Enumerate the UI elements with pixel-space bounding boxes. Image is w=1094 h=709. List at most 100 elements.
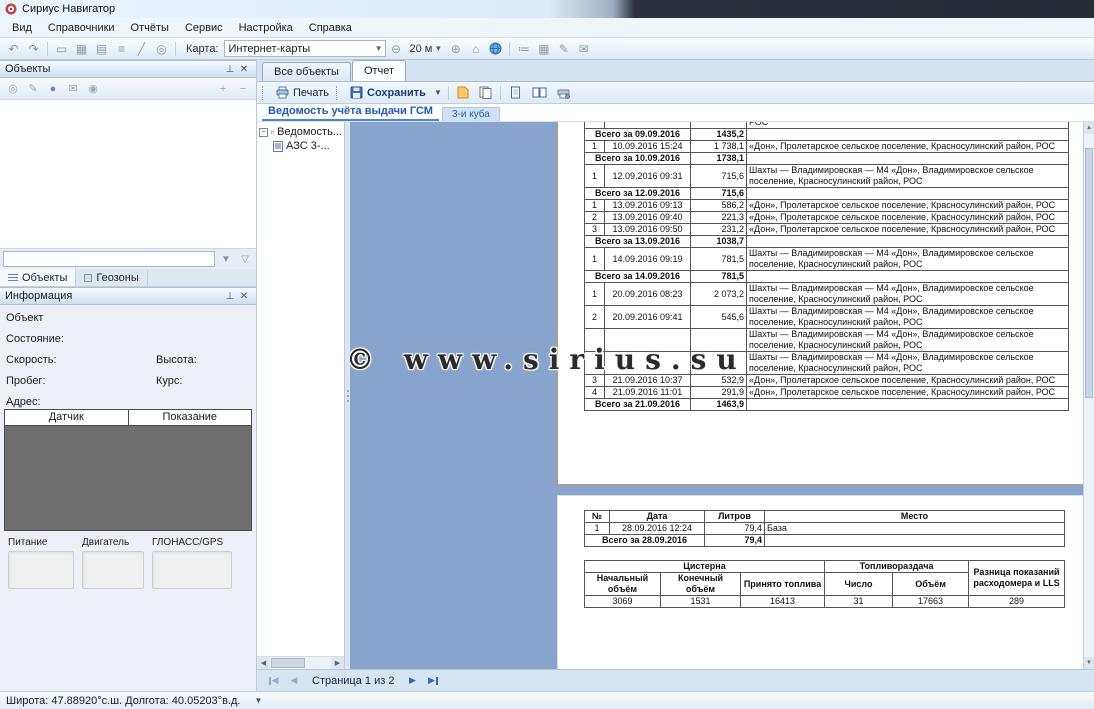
viewer-vertical-scrollbar[interactable]: ▲ ▼ <box>1083 122 1094 669</box>
menu-service[interactable]: Сервис <box>177 20 231 36</box>
ruler-icon[interactable]: ╱ <box>132 40 151 58</box>
map-grid-icon[interactable]: ▦ <box>534 40 553 58</box>
print-button[interactable]: Печать <box>271 83 334 102</box>
select-rect-icon[interactable]: ▭ <box>52 40 71 58</box>
report-tab-strip: Ведомость учёта выдачи ГСМ 3-и куба <box>257 104 1094 122</box>
scrollbar-thumb[interactable] <box>271 658 305 668</box>
scrollbar-track[interactable] <box>1084 134 1094 657</box>
scrollbar-thumb[interactable] <box>1085 148 1093 398</box>
tab-report[interactable]: Отчет <box>352 60 406 81</box>
edit-object-icon[interactable]: ✎ <box>25 81 41 97</box>
tab-geozones[interactable]: Геозоны <box>76 269 147 286</box>
show-on-map-icon[interactable]: ● <box>45 81 61 97</box>
tree-item-report-group[interactable]: − Ведомость... <box>257 125 344 139</box>
status-dropdown-icon[interactable]: ▼ <box>254 696 262 705</box>
close-icon[interactable]: ✕ <box>237 64 251 75</box>
message-icon[interactable]: ✉ <box>65 81 81 97</box>
tab-vehicle[interactable]: 3-и куба <box>442 107 500 121</box>
undo-icon[interactable]: ↶ <box>4 40 23 58</box>
menu-settings[interactable]: Настройка <box>231 20 301 36</box>
tree-item-azs[interactable]: АЗС 3-... <box>257 139 344 153</box>
home-icon[interactable]: ⌂ <box>466 40 485 58</box>
scrollbar-track[interactable] <box>270 657 331 669</box>
layers-icon[interactable]: ≡ <box>112 40 131 58</box>
export-button[interactable] <box>452 83 474 102</box>
scroll-right-icon[interactable]: ▶ <box>331 657 344 669</box>
select-area-icon[interactable]: ▦ <box>72 40 91 58</box>
status-indicators: Питание Двигатель ГЛОНАСС/GPS <box>0 533 256 691</box>
next-page-button[interactable]: ▶ <box>404 673 420 689</box>
redo-icon[interactable]: ↷ <box>24 40 43 58</box>
objects-mini-toolbar: ◎ ✎ ● ✉ ◉ + − <box>0 78 256 100</box>
report-item-icon <box>273 141 283 152</box>
collapse-icon[interactable]: − <box>259 128 268 137</box>
info-panel-title: Информация <box>5 290 223 302</box>
tree-horizontal-scrollbar[interactable]: ◀ ▶ <box>257 656 344 669</box>
object-search-input[interactable] <box>3 251 215 267</box>
difference-header: Разница показаний расходомера и LLS <box>969 561 1065 596</box>
report-tree-panel: − Ведомость... АЗС 3-... <box>257 122 345 669</box>
last-page-button[interactable]: ▶ <box>425 673 441 689</box>
scroll-left-icon[interactable]: ◀ <box>257 657 270 669</box>
single-page-icon <box>509 86 522 99</box>
two-page-view-button[interactable] <box>527 83 552 102</box>
map-source-select[interactable]: Интернет-карты ▼ <box>224 40 386 57</box>
measure-icon[interactable]: ◎ <box>152 40 171 58</box>
pin-icon[interactable]: ⊥ <box>223 64 237 75</box>
copy-button[interactable] <box>474 83 497 102</box>
initial-volume-value: 3069 <box>585 596 661 608</box>
engine-indicator-box <box>82 551 144 589</box>
tab-all-objects[interactable]: Все объекты <box>262 62 351 81</box>
scroll-up-icon[interactable]: ▲ <box>1084 122 1094 134</box>
report-total-row: Всего за 09.09.20161435,2 <box>585 129 1069 141</box>
scroll-down-icon[interactable]: ▼ <box>1084 657 1094 669</box>
glonass-indicator-label: ГЛОНАСС/GPS <box>152 537 232 548</box>
single-page-view-button[interactable] <box>504 83 527 102</box>
edit-icon[interactable]: ✎ <box>554 40 573 58</box>
save-dropdown-icon[interactable]: ▼ <box>431 88 445 97</box>
report-viewer[interactable]: РОСВсего за 09.09.20161435,2110.09.2016 … <box>350 122 1083 669</box>
menu-reports[interactable]: Отчёты <box>123 20 177 36</box>
objects-panel-title: Объекты <box>5 63 223 75</box>
mileage-label: Пробег: <box>6 375 156 387</box>
report-total-row: Всего за 28.09.201679,4 <box>585 535 1065 547</box>
add-icon[interactable]: + <box>215 81 231 97</box>
list-icon <box>8 274 18 282</box>
report-data-row: 321.09.2016 10:37532,9«Дон», Пролетарско… <box>585 375 1069 387</box>
menu-help[interactable]: Справка <box>301 20 360 36</box>
globe-icon[interactable] <box>486 40 505 58</box>
clear-filter-icon[interactable]: ▽ <box>237 251 253 267</box>
close-icon[interactable]: ✕ <box>237 291 251 302</box>
remove-icon[interactable]: − <box>235 81 251 97</box>
tab-report-gsm[interactable]: Ведомость учёта выдачи ГСМ <box>262 105 439 121</box>
menu-bar: Вид Справочники Отчёты Сервис Настройка … <box>0 18 1094 38</box>
tab-objects[interactable]: Объекты <box>0 269 76 286</box>
list-view-icon[interactable]: ≔ <box>514 40 533 58</box>
zoom-level-select[interactable]: 20 м ▼ <box>410 43 443 55</box>
page-setup-button[interactable] <box>552 83 575 102</box>
report-data-row: 120.09.2016 08:232 073,2Шахты — Владимир… <box>585 283 1069 306</box>
num-column-header: № <box>585 511 610 523</box>
menu-directories[interactable]: Справочники <box>40 20 123 36</box>
prev-page-button[interactable]: ◀ <box>286 673 302 689</box>
glonass-indicator: ГЛОНАСС/GPS <box>152 537 232 589</box>
mail-icon[interactable]: ✉ <box>574 40 593 58</box>
tree-item-label: АЗС 3-... <box>286 140 330 152</box>
app-window: Сириус Навигатор Вид Справочники Отчёты … <box>0 0 1094 709</box>
save-button[interactable]: Сохранить <box>345 83 431 102</box>
alarm-icon[interactable]: ◉ <box>85 81 101 97</box>
first-page-button[interactable]: ◀ <box>265 673 281 689</box>
zoom-in-icon[interactable]: ⊕ <box>446 40 465 58</box>
chevron-down-icon: ▼ <box>375 44 383 53</box>
filter-icon[interactable]: ▼ <box>218 251 234 267</box>
difference-value: 289 <box>969 596 1065 608</box>
follow-object-icon[interactable]: ◎ <box>5 81 21 97</box>
fuel-received-value: 16413 <box>741 596 825 608</box>
zoom-out-icon[interactable]: ⊖ <box>387 40 406 58</box>
report-data-row: 114.09.2016 09:19781,5Шахты — Владимиров… <box>585 248 1069 271</box>
tab-report-label: Отчет <box>364 65 394 77</box>
track-icon[interactable]: ▤ <box>92 40 111 58</box>
menu-view[interactable]: Вид <box>4 20 40 36</box>
pin-icon[interactable]: ⊥ <box>223 291 237 302</box>
objects-tree-area[interactable] <box>0 100 256 249</box>
